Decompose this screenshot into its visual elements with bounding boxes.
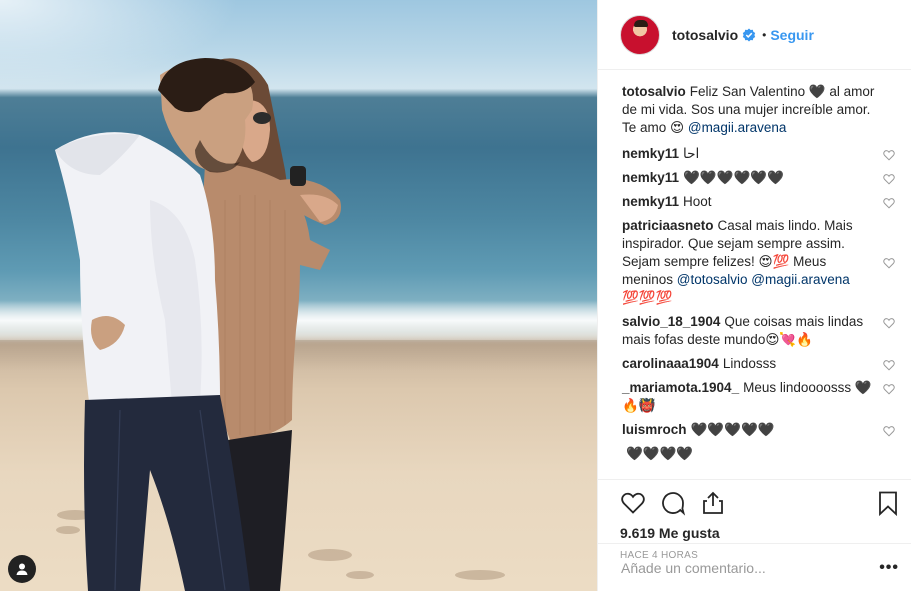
heart-icon[interactable] [883,383,895,395]
comment-mentions[interactable]: @totosalvio @magii.aravena [677,272,850,287]
comment-text: 🖤🖤🖤🖤🖤🖤 [683,170,784,185]
comment-username[interactable]: salvio_18_1904 [622,314,720,329]
post-photo[interactable] [0,0,597,591]
comment-text: Hoot [683,194,712,209]
comment-username[interactable]: _mariamota.1904_ [622,380,739,395]
comment-text: Lindosss [722,356,777,371]
comment-text: 🖤🖤🖤🖤 [626,446,694,461]
comment-item: salvio_18_1904 Que coisas mais lindas mai… [622,313,895,349]
comment-item: _mariamota.1904_ Meus lindoooosss 🖤🔥👹 [622,379,895,415]
heart-icon[interactable] [883,257,895,269]
comment-username[interactable]: carolinaaa1904 [622,356,719,371]
instagram-post: totosalvio • Seguir totosalvio Feliz San … [0,0,911,591]
couple-illustration [55,58,505,591]
comments-list[interactable]: totosalvio Feliz San Valentino 🖤 al amor … [598,70,911,479]
comment-item: nemky11 🖤🖤🖤🖤🖤🖤 [622,169,895,187]
caption: totosalvio Feliz San Valentino 🖤 al amor … [622,83,895,137]
separator-dot: • [762,27,767,42]
heart-icon[interactable] [883,149,895,161]
comment-bubble-icon[interactable] [660,490,686,516]
comment-username[interactable]: patriciaasneto [622,218,714,233]
comment-text: احا [683,146,700,161]
heart-icon[interactable] [883,197,895,209]
avatar[interactable] [620,14,660,55]
heart-icon[interactable] [883,173,895,185]
follow-button[interactable]: Seguir [770,27,814,43]
heart-icon[interactable] [620,490,646,516]
comment-tail: 💯💯💯 [622,290,673,305]
user-profile-icon [16,563,28,575]
post-side-panel: totosalvio • Seguir totosalvio Feliz San … [597,0,911,591]
heart-icon[interactable] [883,317,895,329]
comment-item: nemky11 احا [622,145,895,163]
caption-username[interactable]: totosalvio [622,84,686,99]
add-comment-bar: Añade un comentario... ••• [598,543,911,591]
comment-username[interactable]: luismroch [622,422,687,437]
comment-item: nemky11 Hoot [622,193,895,211]
comment-username[interactable]: nemky11 [622,194,679,209]
heart-icon[interactable] [883,425,895,437]
comment-username[interactable]: nemky11 [622,146,679,161]
comment-item: patriciaasneto Casal mais lindo. Mais ins… [622,217,895,307]
tagged-user-badge[interactable] [8,555,36,583]
comment-item: luismroch 🖤🖤🖤🖤🖤 [622,421,895,439]
more-options-button[interactable]: ••• [879,559,899,577]
caption-mention[interactable]: @magii.aravena [688,120,787,135]
comment-item: 🖤🖤🖤🖤 [622,445,895,463]
comment-input[interactable]: Añade un comentario... [621,560,879,576]
verified-badge-icon [742,28,756,42]
action-icons [620,486,901,520]
comment-username[interactable]: nemky11 [622,170,679,185]
header-username[interactable]: totosalvio [672,27,738,43]
comment-item: carolinaaa1904 Lindosss [622,355,895,373]
likes-count[interactable]: 9.619 Me gusta [620,525,901,541]
comment-text: 🖤🖤🖤🖤🖤 [690,422,775,437]
post-header: totosalvio • Seguir [598,0,911,70]
bookmark-icon[interactable] [875,490,901,516]
heart-icon[interactable] [883,359,895,371]
share-icon[interactable] [700,490,726,516]
